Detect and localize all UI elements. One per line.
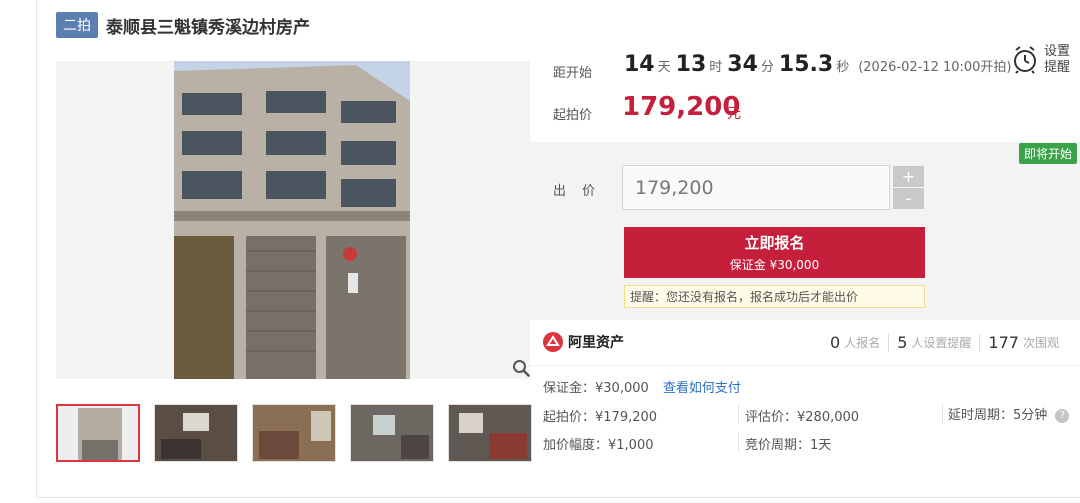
signup-count-label: 人报名 <box>844 336 881 350</box>
countdown-minutes-unit: 分 <box>760 60 774 75</box>
detail-delay-row: 延时周期：5分钟 ? <box>948 404 1070 423</box>
set-reminder-label: 设置提醒 <box>1044 44 1071 75</box>
reminder-count: 5 <box>897 333 908 352</box>
signup-count: 0 <box>830 333 841 352</box>
signup-deposit-label: 保证金 ¥30,000 <box>729 258 820 272</box>
how-to-pay-link[interactable]: 查看如何支付 <box>663 381 741 396</box>
detail-increment: 加价幅度：¥1,000 <box>543 438 654 453</box>
countdown-minutes: 34 <box>727 52 758 77</box>
countdown-hours-unit: 时 <box>709 60 723 75</box>
auction-start-time: (2026-02-12 10:00开拍) <box>858 60 1012 75</box>
decrease-bid-button[interactable]: - <box>893 188 924 209</box>
thumbnail-5[interactable] <box>448 404 532 462</box>
view-count: 177 <box>988 333 1019 352</box>
thumbnail-4[interactable] <box>350 404 434 462</box>
start-price-unit: 元 <box>727 106 741 122</box>
status-badge: 即将开始 <box>1019 143 1078 164</box>
deposit-row: 保证金：¥30,000 查看如何支付 <box>543 377 741 396</box>
detail-delay-period: 延时周期：5分钟 <box>948 408 1048 423</box>
countdown-days: 14 <box>624 52 655 77</box>
bid-label: 出 价 <box>553 184 602 199</box>
thumbnail-2[interactable] <box>154 404 238 462</box>
auction-stats: 0 人报名 5 人设置提醒 177 次围观 <box>830 333 1059 352</box>
bid-amount-input[interactable] <box>622 165 890 210</box>
detail-start-price: 起拍价：¥179,200 <box>543 410 658 425</box>
view-count-label: 次围观 <box>1022 336 1059 350</box>
countdown-seconds-unit: 秒 <box>836 60 850 75</box>
countdown-seconds: 15.3 <box>778 52 834 77</box>
start-price-label: 起拍价 <box>553 108 593 123</box>
countdown-label: 距开始 <box>553 66 593 81</box>
listing-title-row: 二拍 泰顺县三魁镇秀溪边村房产 <box>56 12 310 38</box>
stat-divider <box>979 333 981 352</box>
listing-title: 泰顺县三魁镇秀溪边村房产 <box>106 17 310 38</box>
detail-divider <box>738 432 739 452</box>
thumbnail-3[interactable] <box>252 404 336 462</box>
stat-divider <box>888 333 890 352</box>
detail-bid-period: 竞价周期：1天 <box>745 438 832 453</box>
help-icon[interactable]: ? <box>1055 408 1070 423</box>
signup-button[interactable]: 立即报名 保证金 ¥30,000 <box>624 227 925 278</box>
reminder-count-label: 人设置提醒 <box>911 336 972 350</box>
signup-reminder-tip: 提醒：您还没有报名，报名成功后才能出价 <box>624 285 925 308</box>
set-reminder-button[interactable]: 设置提醒 <box>1012 44 1072 76</box>
countdown-days-unit: 天 <box>657 60 671 75</box>
section-divider <box>530 365 1080 366</box>
countdown-hours: 13 <box>675 52 707 77</box>
ali-asset-logo-icon <box>543 332 563 352</box>
increase-bid-button[interactable]: + <box>893 166 924 187</box>
countdown-timer: 14 天 13 时 34 分 15.3 秒 (2026-02-12 10:00开… <box>624 52 1012 77</box>
start-price-value: 179,200 <box>622 92 741 122</box>
deposit-info: 保证金：¥30,000 <box>543 381 649 396</box>
alarm-clock-icon <box>1014 46 1036 74</box>
zoom-icon[interactable] <box>512 359 530 377</box>
detail-appraisal: 评估价：¥280,000 <box>745 410 860 425</box>
thumbnail-1[interactable] <box>56 404 140 462</box>
thumbnail-strip <box>56 404 532 462</box>
platform-brand: 阿里资产 <box>543 332 624 352</box>
main-photo[interactable] <box>56 61 530 379</box>
signup-button-label: 立即报名 <box>744 234 805 252</box>
detail-divider <box>942 404 943 424</box>
platform-name: 阿里资产 <box>568 335 624 351</box>
auction-round-badge: 二拍 <box>56 12 98 38</box>
detail-divider <box>738 404 739 424</box>
